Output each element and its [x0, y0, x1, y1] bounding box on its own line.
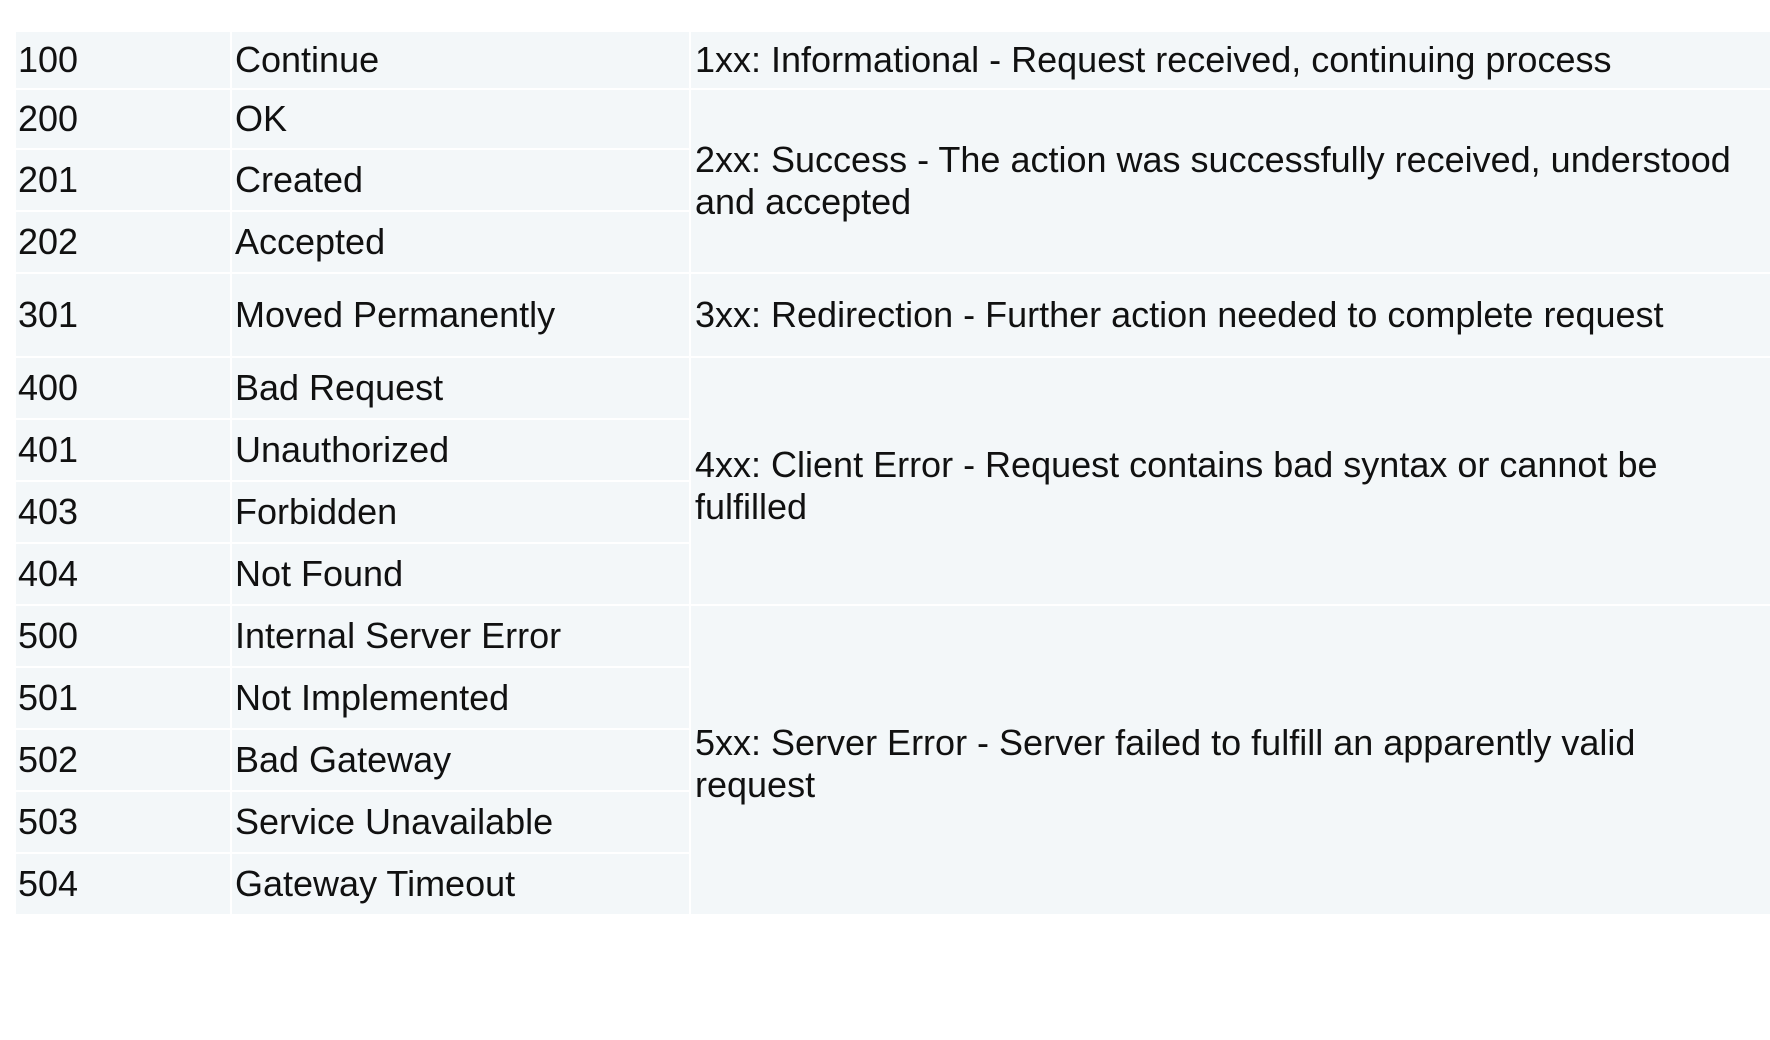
status-name: Gateway Timeout — [230, 853, 691, 916]
status-code: 202 — [16, 211, 232, 274]
status-name: Forbidden — [230, 481, 691, 544]
status-name: Unauthorized — [230, 419, 691, 482]
status-code: 403 — [16, 481, 232, 544]
status-code: 501 — [16, 667, 232, 730]
status-name: Internal Server Error — [230, 605, 691, 668]
status-name: Created — [230, 149, 691, 212]
group-description-4xx: 4xx: Client Error - Request contains bad… — [689, 357, 1770, 606]
status-name: Bad Gateway — [230, 729, 691, 792]
http-status-table: 100 Continue 1xx: Informational - Reques… — [16, 32, 1770, 916]
status-name: Not Found — [230, 543, 691, 606]
status-code: 502 — [16, 729, 232, 792]
status-code: 500 — [16, 605, 232, 668]
status-code: 200 — [16, 89, 232, 150]
group-description-1xx: 1xx: Informational - Request received, c… — [689, 32, 1770, 90]
status-code: 301 — [16, 273, 232, 358]
status-code: 401 — [16, 419, 232, 482]
group-description-3xx: 3xx: Redirection - Further action needed… — [689, 273, 1770, 358]
status-code: 404 — [16, 543, 232, 606]
status-name: Accepted — [230, 211, 691, 274]
table-row: 400 Bad Request 4xx: Client Error - Requ… — [16, 357, 1770, 606]
table-row: 100 Continue 1xx: Informational - Reques… — [16, 32, 1770, 90]
table-row: 500 Internal Server Error 5xx: Server Er… — [16, 605, 1770, 916]
status-name: Not Implemented — [230, 667, 691, 730]
status-name: Service Unavailable — [230, 791, 691, 854]
status-name: OK — [230, 89, 691, 150]
status-name: Bad Request — [230, 357, 691, 420]
status-code: 400 — [16, 357, 232, 420]
group-description-2xx: 2xx: Success - The action was successful… — [689, 89, 1770, 274]
status-code: 201 — [16, 149, 232, 212]
status-code: 504 — [16, 853, 232, 916]
group-description-5xx: 5xx: Server Error - Server failed to ful… — [689, 605, 1770, 916]
status-name: Moved Permanently — [230, 273, 691, 358]
table-row: 301 Moved Permanently 3xx: Redirection -… — [16, 273, 1770, 358]
status-code: 100 — [16, 32, 232, 90]
status-code: 503 — [16, 791, 232, 854]
status-name: Continue — [230, 32, 691, 90]
table-row: 200 OK 2xx: Success - The action was suc… — [16, 89, 1770, 274]
